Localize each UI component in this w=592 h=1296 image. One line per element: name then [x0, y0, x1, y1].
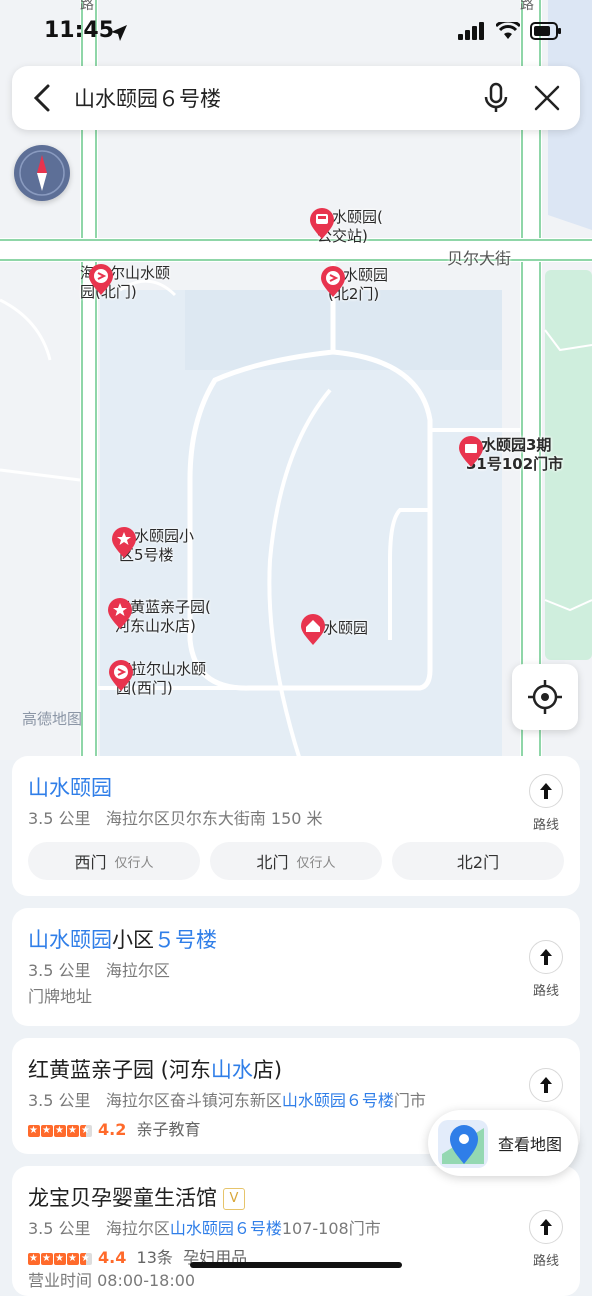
view-map-button[interactable]: 查看地图: [428, 1110, 578, 1176]
compass-icon: [19, 150, 65, 196]
result-address: 海拉尔区: [105, 961, 170, 980]
location-arrow-icon: [111, 25, 127, 41]
road-label-top-right: 路: [520, 0, 534, 13]
search-input[interactable]: 山水颐园６号楼: [74, 83, 484, 113]
title-plain: 小区: [112, 928, 154, 952]
verified-badge: V: [223, 1188, 245, 1210]
poi-shop[interactable]: 山水颐园3期 31号102门市: [458, 436, 563, 474]
title-highlight: 山水: [210, 1058, 253, 1082]
map-watermark: 高德地图: [22, 710, 83, 728]
rating-stars-icon: [28, 1124, 92, 1138]
compass-button[interactable]: [14, 145, 70, 201]
chevron-left-icon[interactable]: [32, 83, 52, 113]
search-bar[interactable]: 山水颐园６号楼: [12, 66, 580, 130]
poi-kindergarten[interactable]: 红黄蓝亲子园( 河东山水店): [107, 598, 211, 636]
result-category: 亲子教育: [136, 1120, 201, 1139]
chip-label: 北2门: [456, 853, 500, 872]
route-label: 路线: [532, 1254, 559, 1269]
locate-me-button[interactable]: [512, 664, 578, 730]
route-button[interactable]: 路线: [526, 774, 566, 833]
poi-west-gate[interactable]: 海拉尔山水颐 园(西门): [108, 660, 206, 698]
gate-pin-icon: [89, 264, 113, 295]
wifi-icon: [496, 22, 520, 39]
star-pin-icon: [112, 527, 136, 558]
result-card[interactable]: 山水颐园小区５号楼 3.5 公里 海拉尔区 门牌地址 路线: [12, 908, 580, 1026]
poi-community[interactable]: 山水颐园: [300, 614, 368, 645]
result-tag: 门牌地址: [28, 987, 93, 1006]
title-highlight: 山水颐园: [28, 928, 112, 952]
chip-label: 北门: [256, 853, 289, 872]
status-icons: [458, 22, 562, 40]
route-label: 路线: [532, 984, 559, 999]
route-arrow-icon: [540, 783, 552, 799]
address-highlight: 山水颐园６号楼: [169, 1219, 282, 1238]
title-plain: 店): [252, 1058, 283, 1082]
rating-value: 4.2: [98, 1120, 127, 1139]
rating-row: 4.2 亲子教育: [28, 1116, 201, 1140]
chip-north2-gate[interactable]: 北2门: [392, 842, 564, 880]
map-pin-icon: [438, 1120, 488, 1168]
microphone-icon[interactable]: [484, 82, 508, 114]
poi-bus-stop[interactable]: 山水颐园( 公交站): [309, 208, 383, 246]
gate-pin-icon: [109, 660, 133, 691]
title-highlight: ５号楼: [154, 928, 217, 952]
chip-label: 西门: [74, 853, 107, 872]
bus-stop-pin-icon: [310, 208, 334, 239]
poi-north2-gate[interactable]: 山水颐园 (北2门): [320, 266, 388, 304]
result-address: 海拉尔区贝尔东大街南 150 米: [105, 809, 323, 828]
gate-pin-icon: [321, 266, 345, 297]
result-address: 海拉尔区: [105, 1219, 170, 1238]
address-highlight: 山水颐园６号楼: [281, 1091, 394, 1110]
star-pin-icon: [108, 598, 132, 629]
result-address: 海拉尔区奋斗镇河东新区: [105, 1091, 282, 1110]
route-label: 路线: [532, 818, 559, 833]
result-distance: 3.5 公里: [28, 961, 91, 980]
street-label: 贝尔大街: [447, 249, 512, 268]
route-button[interactable]: 路线: [526, 1210, 566, 1269]
result-distance: 3.5 公里: [28, 1091, 91, 1110]
poi-building-5[interactable]: 山水颐园小 区5号楼: [111, 527, 194, 565]
status-time: 11:45: [44, 18, 115, 43]
result-distance: 3.5 公里: [28, 1219, 91, 1238]
result-title[interactable]: 龙宝贝孕婴童生活馆 V: [28, 1184, 245, 1212]
result-distance: 3.5 公里: [28, 809, 91, 828]
chip-note: 仅行人: [114, 855, 154, 871]
address-tail: 107-108门市: [281, 1219, 381, 1238]
title-plain: 红黄蓝亲子园 (河东: [28, 1058, 211, 1082]
chip-north-gate[interactable]: 北门 仅行人: [210, 842, 382, 880]
result-card[interactable]: 龙宝贝孕婴童生活馆 V 3.5 公里 海拉尔区山水颐园６号楼107-108门市 4…: [12, 1166, 580, 1296]
business-hours: 营业时间 08:00-18:00: [28, 1271, 196, 1290]
chip-west-gate[interactable]: 西门 仅行人: [28, 842, 200, 880]
route-button[interactable]: 路线: [526, 940, 566, 999]
view-map-label: 查看地图: [498, 1135, 563, 1154]
route-arrow-icon: [540, 949, 552, 965]
result-meta: 3.5 公里 海拉尔区贝尔东大街南 150 米: [28, 808, 323, 830]
close-icon[interactable]: [534, 85, 560, 111]
signal-icon: [458, 22, 484, 40]
result-meta: 3.5 公里 海拉尔区: [28, 960, 170, 982]
home-pin-icon: [301, 614, 325, 645]
title-plain: 龙宝贝孕婴童生活馆: [28, 1186, 217, 1210]
result-title[interactable]: 山水颐园: [28, 774, 112, 802]
rating-value: 4.4: [98, 1248, 127, 1267]
rating-stars-icon: [28, 1252, 92, 1266]
result-title[interactable]: 红黄蓝亲子园 (河东山水店): [28, 1056, 282, 1084]
result-meta: 3.5 公里 海拉尔区奋斗镇河东新区山水颐园６号楼门市: [28, 1090, 426, 1112]
shop-pin-icon: [459, 436, 483, 467]
chip-note: 仅行人: [296, 855, 336, 871]
crosshair-icon: [528, 680, 562, 714]
route-arrow-icon: [540, 1077, 552, 1093]
poi-north-gate[interactable]: 海拉尔山水颐 园(北门): [80, 264, 170, 302]
result-title[interactable]: 山水颐园小区５号楼: [28, 926, 217, 954]
route-arrow-icon: [540, 1219, 552, 1235]
result-meta: 3.5 公里 海拉尔区山水颐园６号楼107-108门市: [28, 1218, 381, 1240]
battery-icon: [530, 22, 561, 40]
review-count: 13条: [136, 1248, 173, 1267]
road-label-top-left: 路: [80, 0, 94, 13]
result-card[interactable]: 山水颐园 3.5 公里 海拉尔区贝尔东大街南 150 米 路线 西门 仅行人 北门…: [12, 756, 580, 896]
home-indicator: [190, 1262, 402, 1268]
address-tail: 门市: [393, 1091, 426, 1110]
